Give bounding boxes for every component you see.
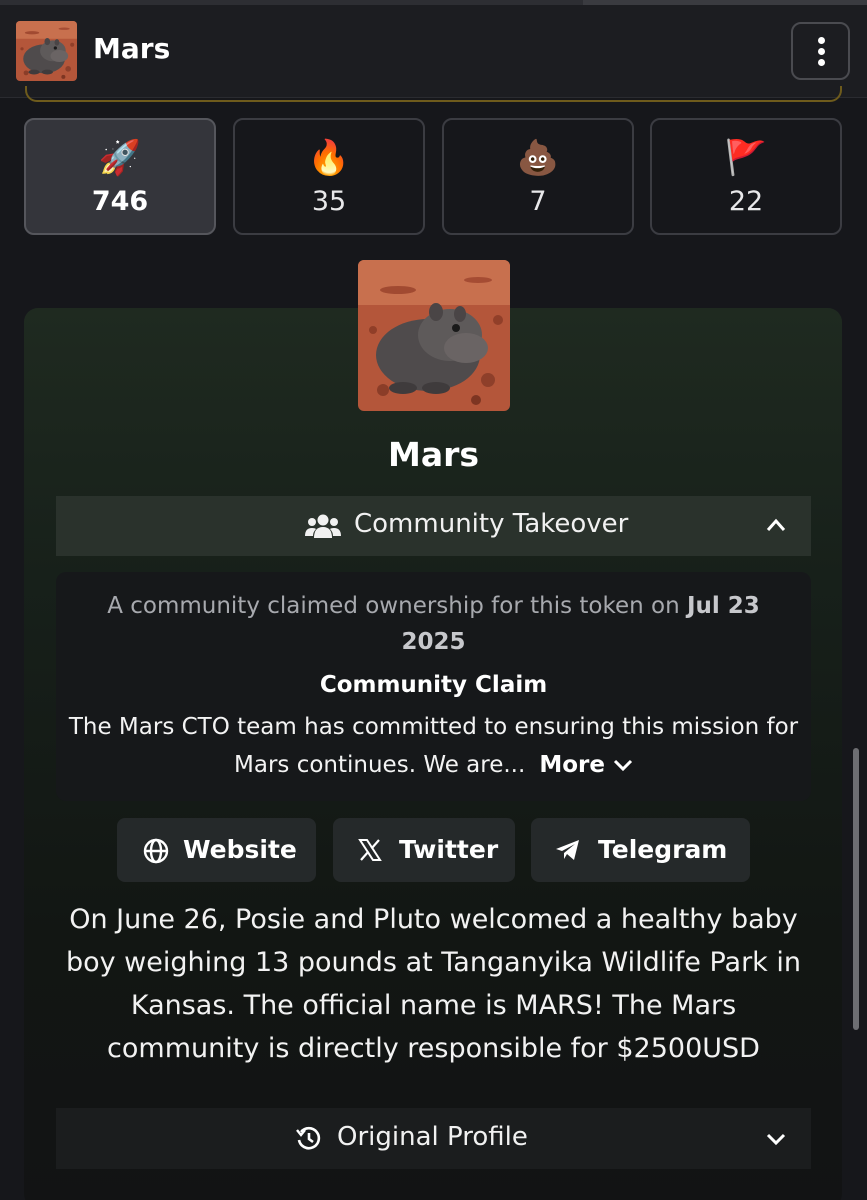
telegram-label: Telegram	[598, 835, 728, 864]
original-profile-toggle[interactable]: Original Profile	[56, 1108, 811, 1169]
more-options-button[interactable]	[791, 22, 850, 80]
reaction-fire-button[interactable]: 🔥 35	[233, 118, 425, 235]
claim-body: The Mars CTO team has committed to ensur…	[66, 708, 801, 784]
kebab-dot	[818, 48, 825, 55]
chevron-down-icon	[766, 1133, 786, 1146]
website-label: Website	[183, 835, 297, 864]
history-icon	[296, 1126, 321, 1150]
website-button[interactable]: Website	[117, 818, 316, 882]
twitter-label: Twitter	[399, 835, 499, 864]
scrollbar-thumb[interactable]	[853, 748, 859, 1030]
reaction-count: 7	[529, 186, 547, 217]
banner-edge	[25, 86, 842, 102]
red-flag-icon: 🚩	[724, 138, 768, 178]
more-button[interactable]: More	[539, 752, 633, 778]
header-title: Mars	[93, 32, 171, 65]
reaction-count: 35	[311, 186, 347, 217]
reaction-red-flag-button[interactable]: 🚩 22	[650, 118, 842, 235]
users-icon	[305, 514, 341, 538]
claim-title: Community Claim	[319, 672, 548, 698]
claim-statement: A community claimed ownership for this t…	[76, 588, 791, 660]
kebab-dot	[818, 37, 825, 44]
poop-icon: 💩	[516, 138, 560, 178]
reactions-row: 🚀 746 🔥 35 💩 7 🚩 22	[24, 118, 842, 235]
reaction-count: 746	[91, 186, 149, 217]
reaction-poop-button[interactable]: 💩 7	[442, 118, 634, 235]
chevron-up-icon	[766, 518, 786, 531]
community-claim-box: A community claimed ownership for this t…	[56, 572, 811, 801]
globe-icon	[143, 838, 169, 864]
token-description: On June 26, Posie and Pluto welcomed a h…	[65, 904, 802, 1064]
more-label: More	[539, 752, 605, 778]
telegram-icon	[556, 840, 579, 860]
kebab-dot	[818, 59, 825, 66]
x-logo-icon	[358, 839, 382, 861]
chevron-down-icon	[613, 759, 633, 772]
reaction-rocket-button[interactable]: 🚀 746	[24, 118, 216, 235]
app-header: Mars	[0, 5, 867, 98]
token-name: Mars	[387, 435, 480, 474]
community-takeover-label: Community Takeover	[354, 509, 629, 539]
rocket-icon: 🚀	[98, 138, 142, 178]
community-takeover-toggle[interactable]: Community Takeover	[56, 496, 811, 556]
fire-icon: 🔥	[307, 138, 351, 178]
token-image	[358, 260, 510, 411]
claim-body-text: The Mars CTO team has committed to ensur…	[68, 714, 799, 778]
twitter-button[interactable]: Twitter	[333, 818, 515, 882]
token-thumbnail	[16, 21, 77, 81]
reaction-count: 22	[728, 186, 764, 217]
original-profile-label: Original Profile	[337, 1122, 528, 1152]
telegram-button[interactable]: Telegram	[531, 818, 750, 882]
claim-prefix: A community claimed ownership for this t…	[107, 593, 687, 619]
